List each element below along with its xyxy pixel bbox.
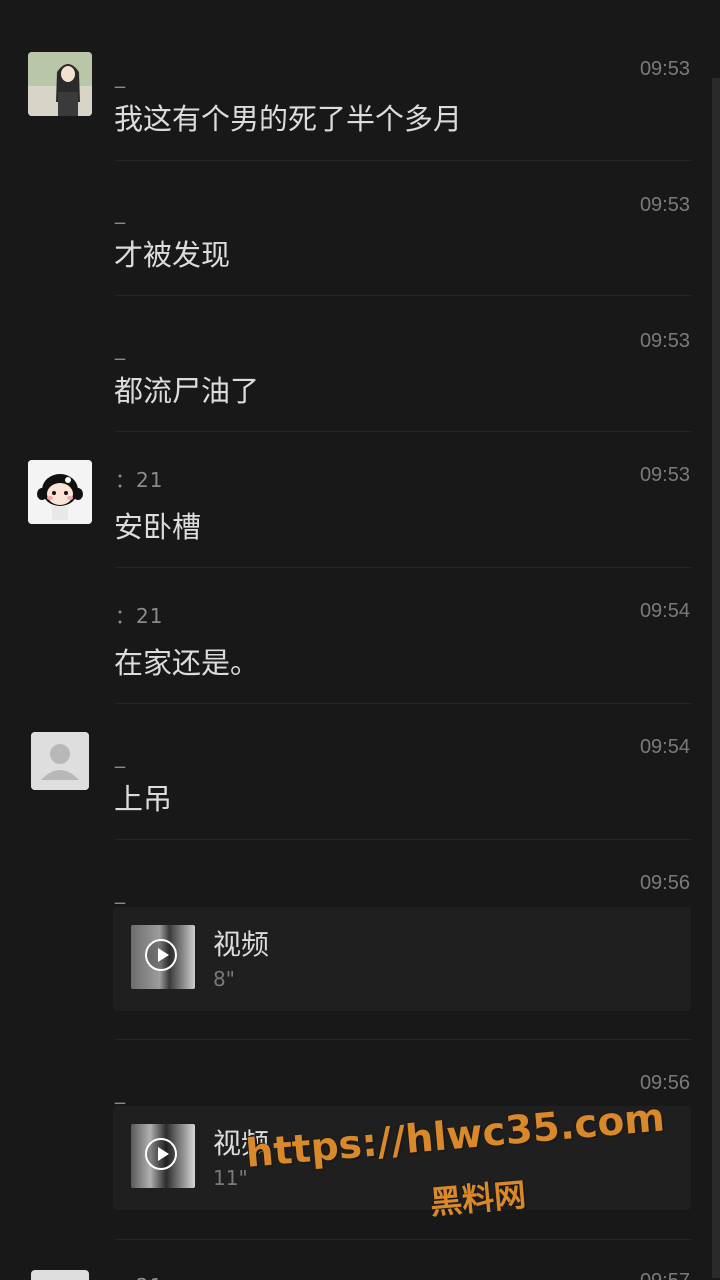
sender-name: _: [115, 64, 126, 88]
message-text[interactable]: 上吊: [114, 776, 172, 818]
message-time: 09:56: [639, 872, 690, 894]
sender-name: _: [115, 744, 126, 768]
chat-message[interactable]: ：21 09:57: [0, 1240, 712, 1280]
message-time: 09:53: [639, 330, 690, 352]
chat-message[interactable]: ：21 09:53 安卧槽: [0, 432, 712, 568]
message-time: 09:53: [639, 194, 690, 216]
video-label: 视频: [213, 928, 270, 961]
chat-message-video[interactable]: _ 09:56 视频 8": [0, 840, 712, 1040]
message-text[interactable]: 安卧槽: [114, 504, 201, 546]
chat-message[interactable]: ：21 09:54 在家还是。: [0, 568, 712, 704]
message-time: 09:53: [639, 464, 690, 486]
play-icon[interactable]: [145, 939, 177, 971]
message-time: 09:54: [639, 736, 690, 758]
play-icon[interactable]: [145, 1138, 177, 1170]
chat-message[interactable]: _ 09:53 才被发现: [0, 160, 712, 296]
sender-name: ：21: [115, 468, 164, 492]
sender-name: ：21: [115, 604, 164, 628]
sender-name: _: [115, 1080, 126, 1104]
message-time: 09:53: [639, 58, 690, 80]
video-card[interactable]: 视频 8": [113, 907, 691, 1011]
avatar[interactable]: [28, 460, 92, 524]
message-time: 09:57: [640, 1270, 690, 1280]
chat-message[interactable]: _ 09:54 上吊: [0, 704, 712, 840]
scrollbar[interactable]: [712, 78, 720, 1278]
sender-name: _: [115, 336, 126, 360]
avatar-girl-photo-icon: [28, 52, 92, 116]
message-text[interactable]: 都流尸油了: [114, 368, 259, 410]
sender-name: _: [115, 880, 126, 904]
sender-name: ：21: [115, 1270, 163, 1280]
video-thumbnail[interactable]: [131, 925, 195, 989]
sender-name: _: [115, 200, 126, 224]
message-time: 09:56: [639, 1072, 690, 1094]
message-text[interactable]: 在家还是。: [114, 640, 259, 682]
video-duration: 8": [213, 967, 235, 991]
avatar[interactable]: [31, 732, 89, 790]
message-text[interactable]: 我这有个男的死了半个多月: [114, 96, 462, 138]
video-duration: 11": [213, 1166, 248, 1190]
avatar[interactable]: [28, 52, 92, 116]
message-time: 09:54: [639, 600, 690, 622]
avatar-cartoon-girl-icon: [28, 460, 92, 524]
chat-message[interactable]: _ 09:53 我这有个男的死了半个多月: [0, 0, 712, 161]
chat-message[interactable]: _ 09:53 都流尸油了: [0, 296, 712, 432]
chat-history-page: _ 09:53 我这有个男的死了半个多月 _ 09:53 才被发现 _ 09:5…: [0, 0, 720, 1280]
video-thumbnail[interactable]: [131, 1124, 195, 1188]
avatar[interactable]: [31, 1270, 89, 1280]
watermark-name: 黑料网: [428, 1175, 528, 1222]
message-text[interactable]: 才被发现: [114, 232, 230, 274]
default-user-icon: [31, 732, 89, 790]
